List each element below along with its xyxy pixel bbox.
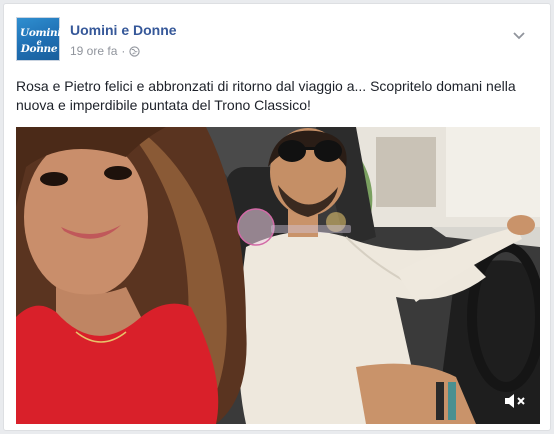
- post-message: Rosa e Pietro felici e abbronzati di rit…: [16, 78, 516, 113]
- page-name-link[interactable]: Uomini e Donne: [70, 22, 177, 38]
- video-player[interactable]: [16, 127, 540, 424]
- chevron-down-icon[interactable]: [512, 31, 526, 41]
- post-timestamp[interactable]: 19 ore fa: [70, 44, 117, 58]
- post-card: Uomini e Donne Uomini e Donne 19 ore fa …: [3, 3, 551, 431]
- post-header: Uomini e Donne Uomini e Donne 19 ore fa …: [16, 17, 536, 61]
- logo-text-line-3: Donne: [20, 43, 58, 55]
- page-avatar[interactable]: Uomini e Donne: [16, 17, 61, 61]
- mute-icon[interactable]: [504, 392, 526, 410]
- post-meta: 19 ore fa ·: [70, 44, 141, 58]
- globe-icon[interactable]: [129, 45, 141, 57]
- video-frame: [16, 127, 540, 424]
- meta-separator: ·: [121, 44, 126, 58]
